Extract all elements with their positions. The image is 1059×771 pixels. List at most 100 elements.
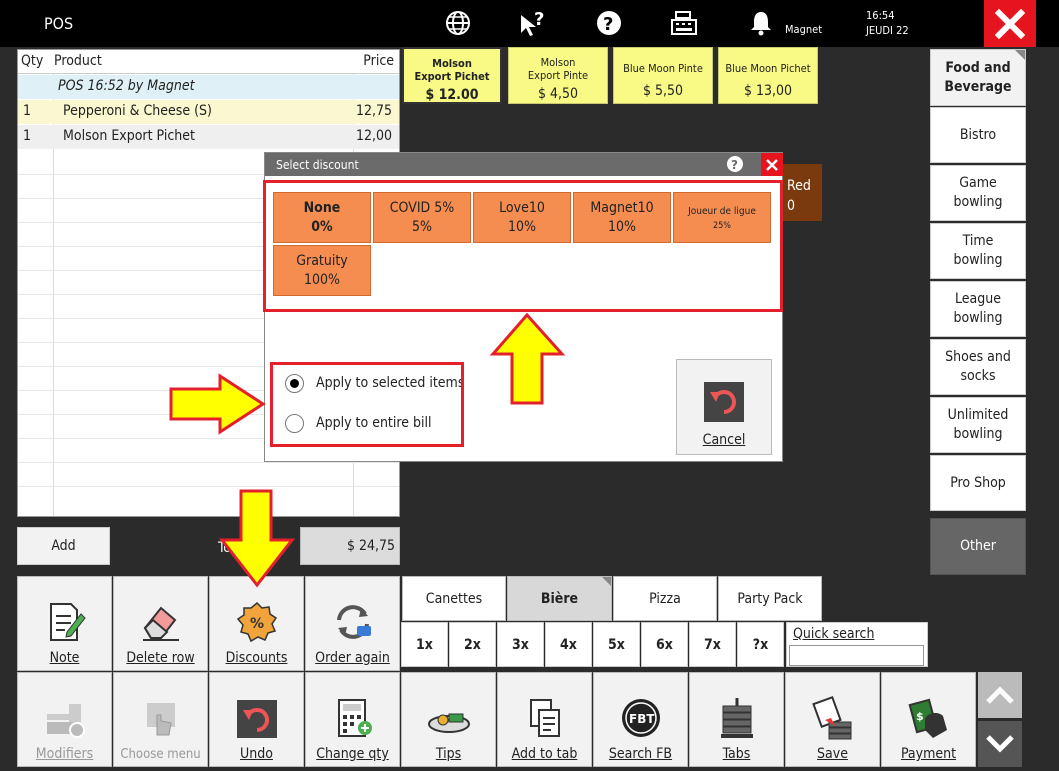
note-button[interactable]: Note [17,576,112,671]
svg-text:?: ? [731,158,738,172]
bell-icon[interactable] [747,9,775,37]
product-tile[interactable]: Blue Moon Pinte $ 5,50 [613,47,713,104]
choose-menu-button[interactable]: Choose menu [113,672,208,767]
category-pro-shop[interactable]: Pro Shop [930,455,1026,511]
clock-date: JEUDI 22 [866,24,909,37]
discount-options-highlight [263,180,783,312]
globe-icon[interactable] [444,9,472,37]
add-button[interactable]: Add [17,527,110,565]
category-food-beverage[interactable]: Food and Beverage [930,49,1026,106]
svg-text:$: $ [916,710,924,723]
cancel-button[interactable]: Cancel [676,359,772,455]
change-qty-button[interactable]: Change qty [305,672,400,767]
pointer-help-icon[interactable]: ? [518,9,546,37]
product-tile[interactable]: Molson Export Pichet $ 12.00 [402,47,502,104]
button-label: Change qty [316,746,389,762]
undo-icon [236,700,277,738]
discounts-button[interactable]: % Discounts [209,576,304,671]
save-tab-icon [811,696,851,740]
tips-button[interactable]: Tips [401,672,496,767]
modifiers-button[interactable]: Modifiers [17,672,112,767]
scroll-up-button[interactable] [978,672,1022,718]
reorder-icon [336,605,371,639]
tab-party-pack[interactable]: Party Pack [718,576,822,621]
chevron-up-icon [986,686,1014,704]
product-tile[interactable]: Blue Moon Pichet $ 13,00 [718,47,818,104]
quick-search-label: Quick search [793,626,875,642]
category-game-bowling[interactable]: Game bowling [930,165,1026,221]
eraser-icon [142,606,179,641]
note-icon [49,603,86,641]
qty-custom-button[interactable]: ?x [737,622,784,667]
item-price: 12,75 [355,103,392,119]
item-product: Molson Export Pichet [63,128,195,144]
order-again-button[interactable]: Order again [305,576,400,671]
product-name: Blue Moon Pinte [623,62,703,75]
tab-label: Canettes [425,590,483,607]
save-button[interactable]: Save [785,672,880,767]
svg-text:FBT: FBT [629,712,655,726]
category-label: Other [960,538,996,554]
discount-badge-icon: % [236,601,277,643]
product-tile[interactable]: Molson Export Pinte $ 4,50 [508,47,608,104]
delete-row-button[interactable]: Delete row [113,576,208,671]
qty-7x-button[interactable]: 7x [689,622,736,667]
button-label: Tabs [722,746,751,762]
search-fb-button[interactable]: FBT Search FB [593,672,688,767]
button-label: Payment [900,746,957,762]
product-price: $ 5,50 [642,83,684,99]
qty-6x-button[interactable]: 6x [641,622,688,667]
tab-biere[interactable]: Bière [507,576,612,621]
category-label: League bowling [953,291,1003,326]
tab-pizza[interactable]: Pizza [613,576,717,621]
dialog-header: Select discount ? [265,153,783,176]
category-label: Bistro [959,126,997,143]
product-header: Product [54,53,102,69]
modifiers-icon [46,704,85,738]
product-tile-partial[interactable]: Red 0 [782,164,822,221]
item-qty: 1 [23,128,32,144]
product-name: Molson Export Pinte [527,56,589,82]
undo-button[interactable]: Undo [209,672,304,767]
close-button[interactable] [984,0,1036,47]
dialog-close-button[interactable] [761,153,783,176]
item-product: Pepperoni & Cheese (S) [63,103,212,119]
cash-register-icon[interactable] [670,9,698,37]
order-header: Qty Product Price [18,50,399,74]
qty-4x-button[interactable]: 4x [545,622,592,667]
qty-5x-button[interactable]: 5x [593,622,640,667]
table-row[interactable]: 1 Molson Export Pichet 12,00 [18,125,399,149]
category-bistro[interactable]: Bistro [930,107,1026,163]
dialog-title: Select discount [276,158,359,172]
button-label: Note [49,650,80,666]
scroll-down-button[interactable] [978,721,1022,767]
session-line: POS 16:52 by Magnet [58,78,195,94]
qty-1x-button[interactable]: 1x [401,622,448,667]
button-label: Tips [435,746,462,762]
quick-search-input[interactable] [789,645,924,666]
category-unlimited-bowling[interactable]: Unlimited bowling [930,397,1026,453]
qty-2x-button[interactable]: 2x [449,622,496,667]
table-row[interactable]: 1 Pepperoni & Cheese (S) 12,75 [18,100,399,124]
apply-options-highlight [270,362,464,447]
tabs-stack-icon [720,698,753,738]
payment-button[interactable]: $ Payment [881,672,976,767]
session-row[interactable]: POS 16:52 by Magnet [18,75,399,99]
category-league-bowling[interactable]: League bowling [930,281,1026,337]
svg-text:%: % [250,616,264,632]
add-to-tab-button[interactable]: Add to tab [497,672,592,767]
qty-3x-button[interactable]: 3x [497,622,544,667]
top-bar: POS ? ? Magnet 16:54 JEUDI 22 [0,0,1059,47]
tabs-button[interactable]: Tabs [689,672,784,767]
item-price: 12,00 [355,128,392,144]
product-price: $ 12.00 [425,87,479,103]
help-icon[interactable]: ? [726,155,744,173]
button-label: Modifiers [35,746,94,762]
help-icon[interactable]: ? [595,9,623,37]
category-shoes-socks[interactable]: Shoes and socks [930,339,1026,395]
app-title: POS [44,14,74,33]
tab-canettes[interactable]: Canettes [402,576,506,621]
category-other[interactable]: Other [930,518,1026,575]
close-icon [995,8,1025,39]
category-time-bowling[interactable]: Time bowling [930,223,1026,279]
